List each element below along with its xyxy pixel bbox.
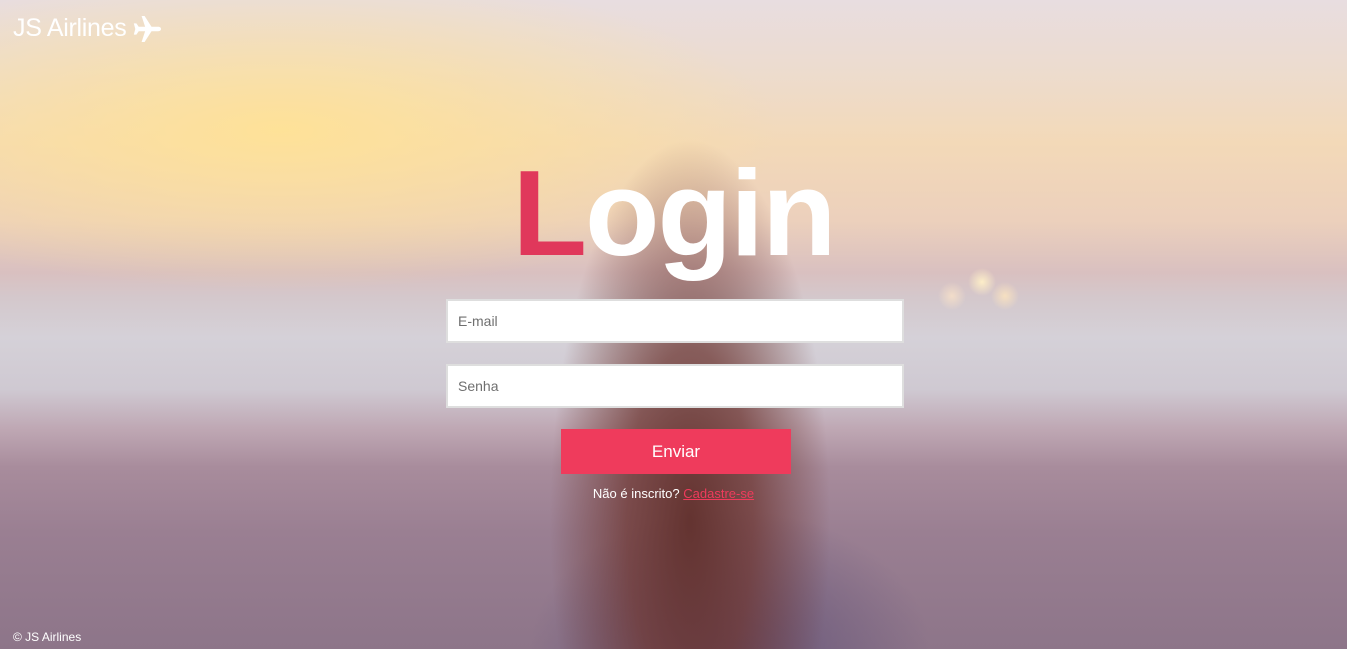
email-field[interactable] (446, 299, 904, 343)
submit-button[interactable]: Enviar (561, 429, 791, 474)
password-field[interactable] (446, 364, 904, 408)
airplane-icon (132, 15, 162, 43)
footer-copyright: © JS Airlines (13, 630, 82, 644)
page-title-rest: ogin (585, 145, 836, 281)
brand-logo[interactable]: JS Airlines (13, 14, 162, 43)
page-title: Login (0, 152, 1347, 274)
signup-link[interactable]: Cadastre-se (683, 486, 754, 501)
signup-prompt-text: Não é inscrito? (592, 486, 680, 501)
page-title-initial: L (512, 145, 588, 281)
signup-prompt: Não é inscrito? Cadastre-se (0, 486, 1347, 501)
brand-name: JS Airlines (13, 14, 127, 42)
